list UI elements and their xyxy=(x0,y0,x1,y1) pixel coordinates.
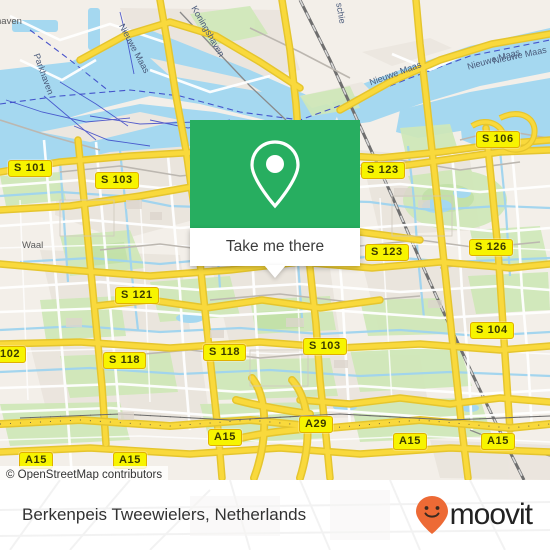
road-shield: 102 xyxy=(0,346,27,363)
road-shield: S 101 xyxy=(8,160,52,177)
road-shield: S 123 xyxy=(365,244,409,261)
road-shield: A29 xyxy=(299,416,333,433)
popup-tail xyxy=(264,265,286,278)
map-attribution[interactable]: © OpenStreetMap contributors xyxy=(0,466,169,480)
road-shield: S 104 xyxy=(470,322,514,339)
page-title: Berkenpeis Tweewielers, Netherlands xyxy=(22,505,307,524)
road-shield: S 126 xyxy=(469,239,513,256)
popup-cta-label: Take me there xyxy=(225,238,325,255)
road-shield: S 118 xyxy=(103,352,147,369)
place-label: Waal xyxy=(22,240,44,251)
map-screenshot: S 101 S 103 S 106 S 123 S 126 S 123 S 121 S 104… xyxy=(0,0,550,550)
place-label: haven xyxy=(0,16,22,27)
footer-bar: Berkenpeis Tweewielers, Netherlands moov… xyxy=(0,480,550,550)
attribution-text: © OpenStreetMap contributors xyxy=(6,469,163,480)
road-shield: S 118 xyxy=(203,344,247,361)
road-shield: S 103 xyxy=(95,172,139,189)
map-canvas[interactable]: S 101 S 103 S 106 S 123 S 126 S 123 S 121 S 104… xyxy=(0,0,550,480)
road-shield: A15 xyxy=(481,433,515,450)
moovit-wordmark: moovit xyxy=(449,498,533,531)
popup-header xyxy=(190,120,360,228)
road-shield: S 106 xyxy=(476,131,520,148)
road-shield: S 123 xyxy=(361,162,405,179)
popup-cta[interactable]: Take me there xyxy=(190,228,360,278)
road-shield: A15 xyxy=(208,429,242,446)
location-popup[interactable]: Take me there xyxy=(190,120,360,278)
road-shield: A15 xyxy=(393,433,427,450)
moovit-logo[interactable]: moovit xyxy=(415,495,533,535)
road-shield: S 103 xyxy=(303,338,347,355)
location-pin-icon xyxy=(250,140,300,209)
moovit-smiley-pin-icon xyxy=(415,496,448,534)
road-shield: S 121 xyxy=(115,287,159,304)
